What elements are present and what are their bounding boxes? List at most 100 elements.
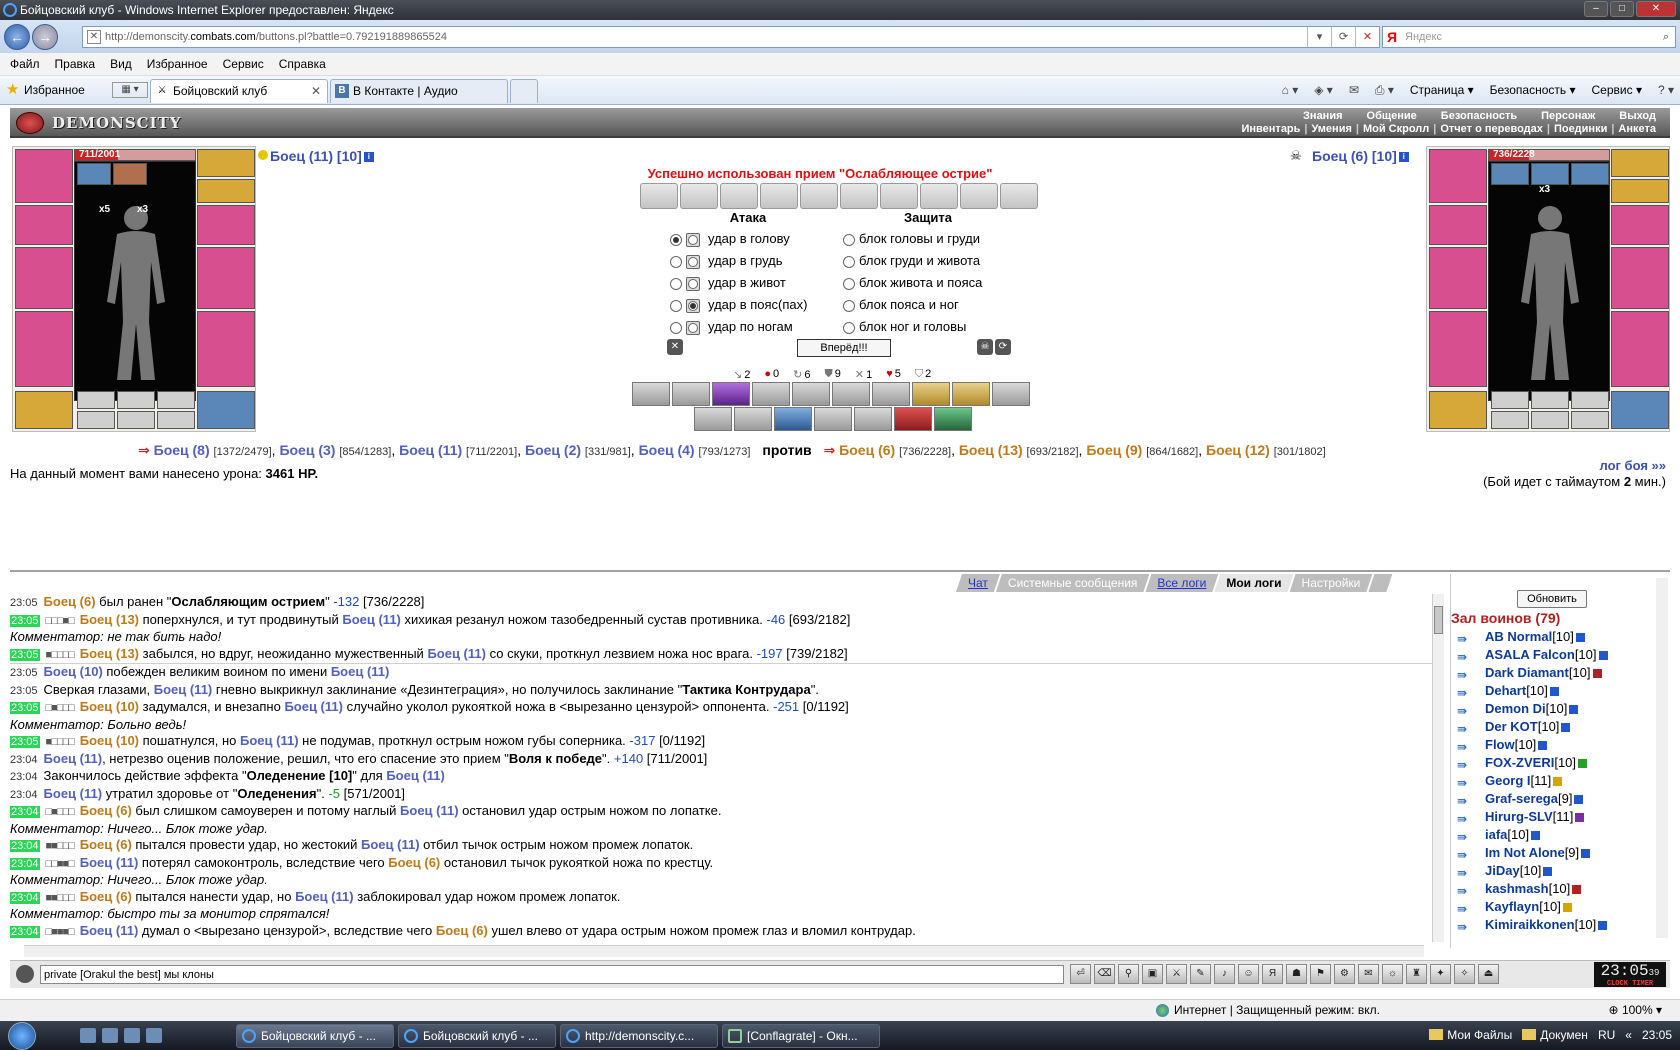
nav-security[interactable]: Безопасность	[1441, 110, 1517, 122]
nav-character[interactable]: Персонаж	[1541, 110, 1595, 122]
technique-icon[interactable]	[894, 407, 932, 431]
zoom-control[interactable]: ⊕ 100% ▾	[1609, 1000, 1662, 1021]
offhand-slot[interactable]	[197, 247, 255, 309]
attack-option-chest[interactable]: удар в грудь	[670, 252, 783, 270]
nav-exit[interactable]: Выход	[1619, 110, 1656, 122]
tool-icon[interactable]: ☼	[1382, 964, 1403, 984]
weapon-slot[interactable]	[15, 247, 73, 309]
favorites-button[interactable]: ★ Избранное	[6, 80, 85, 100]
tray-expand-icon[interactable]: «	[1625, 1021, 1632, 1050]
attack-option-legs[interactable]: удар по ногам	[670, 318, 793, 336]
user-row[interactable]: ⇛ Dehart[10]	[1457, 682, 1661, 700]
defense-option-3[interactable]: блок живота и пояса	[843, 274, 982, 292]
log-horizontal-scrollbar[interactable]	[24, 945, 1424, 957]
tools-menu[interactable]: Сервис ▾	[1592, 80, 1642, 100]
scroll-slot[interactable]	[157, 391, 195, 409]
user-row[interactable]: ⇛ Flow[10]	[1457, 736, 1661, 754]
language-indicator[interactable]: RU	[1598, 1021, 1615, 1050]
page-menu[interactable]: Страница ▾	[1410, 80, 1474, 100]
quicklaunch-icon[interactable]	[80, 1028, 96, 1043]
user-row[interactable]: ⇛ Der KOT[10]	[1457, 718, 1661, 736]
sound-icon[interactable]: ♪	[1214, 964, 1235, 984]
effect-icon[interactable]	[1491, 163, 1529, 185]
close-window-button[interactable]: ✕	[1636, 1, 1676, 17]
tool-icon[interactable]: ☗	[1286, 964, 1307, 984]
belt-slot[interactable]	[15, 391, 73, 429]
nav-profile[interactable]: Анкета	[1618, 123, 1656, 135]
offhand-slot[interactable]	[1611, 247, 1669, 309]
effect-icon[interactable]	[1571, 163, 1609, 185]
attack-radio[interactable]	[670, 321, 682, 334]
tab-settings[interactable]: Настройки	[1290, 574, 1373, 592]
skills-icon[interactable]: ✎	[1190, 964, 1211, 984]
nav-knowledge[interactable]: Знания	[1303, 110, 1342, 122]
private-arrow-icon[interactable]: ⇛	[1457, 918, 1467, 936]
helmet-slot[interactable]	[15, 149, 73, 203]
technique-slot[interactable]	[680, 183, 718, 209]
user-row[interactable]: ⇛ Demon Di[10]	[1457, 700, 1661, 718]
legs-slot[interactable]	[1611, 311, 1669, 387]
boots-slot[interactable]	[1611, 391, 1669, 429]
translit-icon[interactable]: Я	[1262, 964, 1283, 984]
nav-communication[interactable]: Общение	[1367, 110, 1417, 122]
legs-slot[interactable]	[197, 311, 255, 387]
refresh-button[interactable]: Обновить	[1517, 590, 1587, 608]
address-bar[interactable]: ✕ http://demonscity.combats.com/buttons.…	[82, 26, 1380, 48]
technique-icon[interactable]	[712, 382, 750, 406]
effect-icon[interactable]	[1531, 163, 1569, 185]
technique-slot[interactable]	[1000, 183, 1038, 209]
weapon-slot[interactable]	[1429, 247, 1487, 309]
menu-help[interactable]: Справка	[279, 53, 326, 75]
defense-radio[interactable]	[843, 255, 855, 268]
scroll-slot[interactable]	[77, 411, 115, 429]
scroll-slot[interactable]	[1571, 411, 1609, 429]
go-button[interactable]: Вперёд!!!	[797, 339, 891, 357]
fight-icon[interactable]: ⚔	[1166, 964, 1187, 984]
defense-option-2[interactable]: блок груди и живота	[843, 252, 980, 270]
address-dropdown-icon[interactable]: ▾	[1307, 27, 1331, 47]
team-member[interactable]: Боец (2)	[525, 442, 581, 458]
attack-radio[interactable]	[670, 299, 682, 312]
team-member[interactable]: Боец (3)	[279, 442, 335, 458]
toolbar-documents[interactable]: Докумен	[1522, 1021, 1588, 1050]
chat-avatar-icon[interactable]	[16, 965, 34, 983]
technique-icon[interactable]	[672, 382, 710, 406]
technique-icon[interactable]	[854, 407, 892, 431]
technique-icon[interactable]	[752, 382, 790, 406]
technique-slot[interactable]	[760, 183, 798, 209]
tab-fight-club[interactable]: ⚔ Бойцовский клуб ✕	[150, 79, 328, 103]
scroll-slot[interactable]	[1491, 391, 1529, 409]
attack-option-stomach[interactable]: удар в живот	[670, 274, 786, 292]
team-member[interactable]: Боец (12)	[1206, 442, 1270, 458]
log-scrollbar[interactable]	[1432, 594, 1444, 942]
scroll-slot[interactable]	[77, 391, 115, 409]
print-icon[interactable]: ⎙ ▾	[1375, 80, 1394, 100]
user-row[interactable]: ⇛ JiDay[10]	[1457, 862, 1661, 880]
exit-icon[interactable]: ⏏	[1478, 964, 1499, 984]
security-zone[interactable]: Интернет | Защищенный режим: вкл.	[1156, 1000, 1380, 1021]
clear-icon[interactable]: ⌫	[1094, 964, 1115, 984]
taskbar-button[interactable]: Бойцовский клуб - ...	[236, 1024, 394, 1048]
defense-radio[interactable]	[843, 321, 855, 334]
right-fighter-name[interactable]: ☠ Боец (6) [10] i	[1290, 148, 1409, 164]
user-row[interactable]: ⇛ iafa[10]	[1457, 826, 1661, 844]
technique-icon[interactable]	[992, 382, 1030, 406]
menu-file[interactable]: Файл	[10, 53, 40, 75]
team-member[interactable]: Боец (8)	[154, 442, 210, 458]
shield-icon[interactable]: ⟳	[995, 339, 1011, 355]
technique-icon[interactable]	[832, 382, 870, 406]
user-row[interactable]: ⇛ ASALA Falcon[10]	[1457, 646, 1661, 664]
technique-icon[interactable]	[934, 407, 972, 431]
tab-chat[interactable]: Чат	[956, 574, 1000, 592]
user-row[interactable]: ⇛ Kimiraikkonen[10]	[1457, 916, 1661, 934]
team-member[interactable]: Боец (4)	[639, 442, 695, 458]
nav-skills[interactable]: Умения	[1312, 123, 1352, 135]
attack-option-groin[interactable]: удар в пояс(пах)	[670, 296, 807, 314]
quicklaunch-icon[interactable]	[102, 1028, 118, 1043]
menu-tools[interactable]: Сервис	[223, 53, 264, 75]
user-row[interactable]: ⇛ FOX-ZVERI[10]	[1457, 754, 1661, 772]
technique-icon[interactable]	[912, 382, 950, 406]
user-row[interactable]: ⇛ Georg I[11]	[1457, 772, 1661, 790]
tray-clock[interactable]: 23:05	[1642, 1021, 1672, 1050]
tool-icon[interactable]: ⚑	[1310, 964, 1331, 984]
